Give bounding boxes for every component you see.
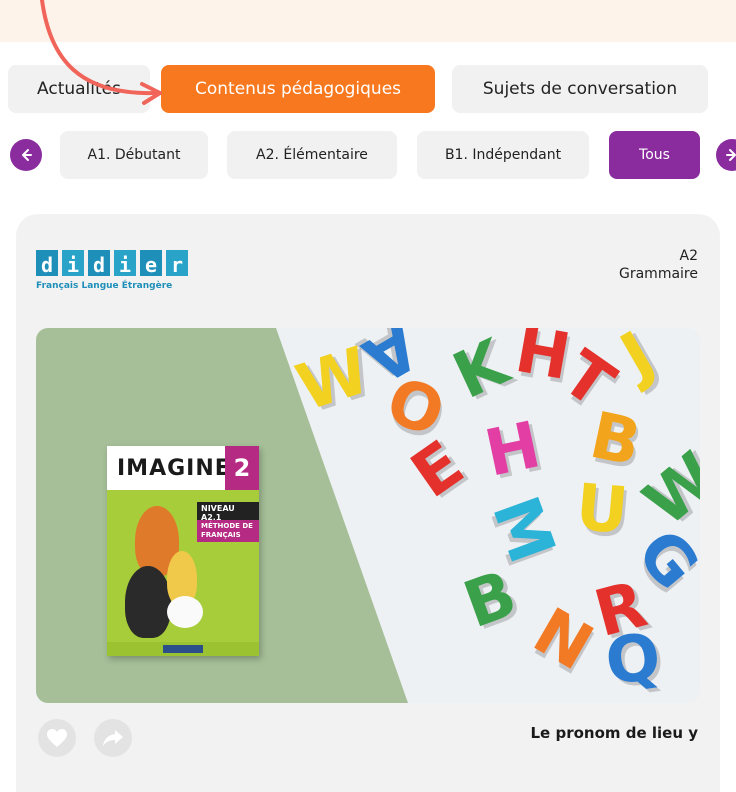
card-title: Le pronom de lieu y	[530, 724, 699, 742]
book-cover: IMAGINE 2 NIVEAU A2.1 MÉTHODE DE FRANÇAI…	[107, 446, 259, 656]
filter-a2-label: A2. Élémentaire	[256, 147, 368, 163]
previous-levels-button[interactable]	[10, 139, 42, 171]
book-title: IMAGINE	[117, 456, 231, 481]
filter-a1-debutant[interactable]: A1. Débutant	[60, 131, 208, 179]
card-level: A2	[679, 248, 698, 264]
wooden-letter: H	[478, 408, 547, 492]
publisher-logo-wordmark: didier	[36, 250, 226, 276]
filter-tous[interactable]: Tous	[609, 131, 700, 179]
filter-b1-label: B1. Indépendant	[444, 147, 562, 163]
book-cover-footer	[107, 642, 259, 656]
book-number: 2	[225, 446, 259, 490]
wooden-letter: W	[630, 438, 700, 542]
book-dog-illustration	[167, 596, 203, 628]
book-person-illustration	[125, 566, 171, 638]
tab-sujets-label: Sujets de conversation	[482, 79, 678, 99]
wooden-letter: B	[454, 556, 526, 644]
book-subtitle: MÉTHODE DE FRANÇAIS	[197, 520, 259, 542]
publisher-tagline: Français Langue Étrangère	[36, 281, 173, 291]
card-category: Grammaire	[619, 266, 698, 282]
like-button[interactable]	[38, 719, 76, 757]
card-thumbnail[interactable]: W A O K H T J E H B W M U B N R G Q IMAG…	[36, 328, 700, 703]
tab-actualites-label: Actualités	[37, 79, 121, 99]
tab-actualites[interactable]: Actualités	[8, 65, 150, 113]
wooden-letter: N	[521, 594, 605, 686]
tab-contenus-label: Contenus pédagogiques	[194, 79, 402, 99]
arrow-left-icon	[22, 149, 32, 161]
top-banner-strip	[0, 0, 736, 42]
tab-contenus-pedagogiques[interactable]: Contenus pédagogiques	[161, 65, 435, 113]
wooden-letter: B	[583, 398, 647, 482]
card-meta: A2 Grammaire	[619, 247, 698, 283]
share-button[interactable]	[94, 719, 132, 757]
filter-tous-label: Tous	[639, 147, 670, 163]
wooden-letter: U	[572, 470, 632, 550]
publisher-logo: didier Français Langue Étrangère	[36, 250, 226, 296]
heart-icon	[47, 729, 67, 747]
filter-a2-elementaire[interactable]: A2. Élémentaire	[227, 131, 397, 179]
wooden-letter: Q	[601, 619, 666, 701]
wooden-letter: E	[398, 427, 477, 513]
share-arrow-icon	[103, 730, 123, 746]
filter-a1-label: A1. Débutant	[87, 147, 181, 163]
tab-sujets-de-conversation[interactable]: Sujets de conversation	[452, 65, 708, 113]
wooden-letter: K	[442, 328, 519, 415]
filter-b1-independant[interactable]: B1. Indépendant	[417, 131, 589, 179]
arrow-right-icon	[726, 149, 736, 161]
